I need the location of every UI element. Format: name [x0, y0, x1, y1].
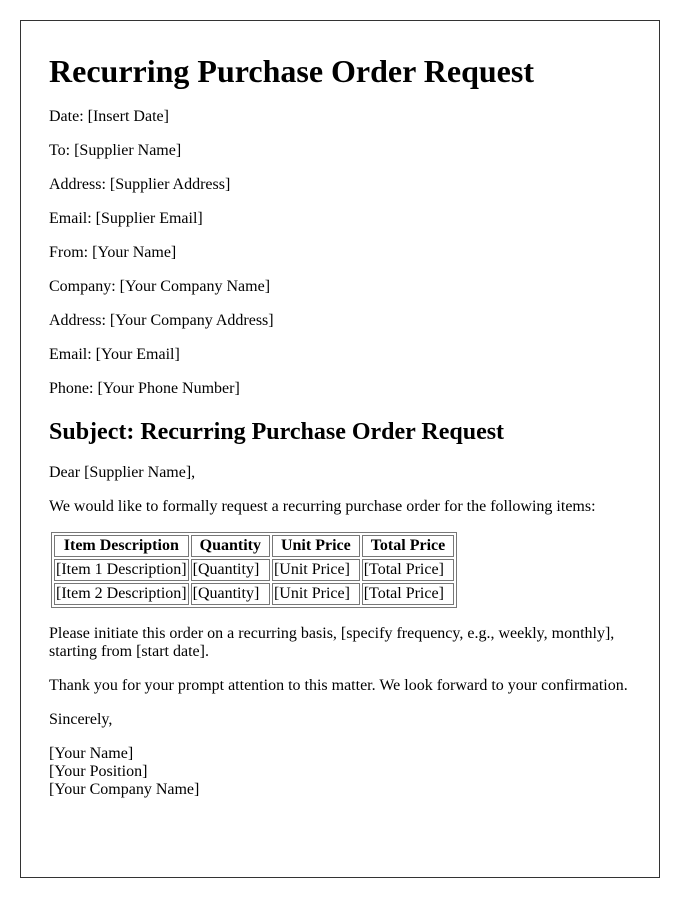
table-row: [Item 1 Description] [Quantity] [Unit Pr… [54, 559, 455, 581]
unit-price-cell: [Unit Price] [271, 583, 360, 605]
company-address-field: Address: [Your Company Address] [49, 312, 274, 329]
company-field: Company: [Your Company Name] [49, 278, 271, 295]
items-table: Item Description Quantity Unit Price Tot… [51, 532, 458, 608]
letter-page: Recurring Purchase Order Request Date: [… [20, 20, 660, 878]
frequency-paragraph: Please initiate this order on a recurrin… [49, 625, 615, 660]
email-field: Email: [Your Email] [49, 346, 180, 363]
unit-price-cell: [Unit Price] [271, 559, 360, 581]
to-field: To: [Supplier Name] [49, 142, 182, 159]
header-item-description: Item Description [54, 535, 189, 557]
supplier-address-field: Address: [Supplier Address] [49, 176, 231, 193]
table-row: [Item 2 Description] [Quantity] [Unit Pr… [54, 583, 455, 605]
header-quantity: Quantity [190, 535, 270, 557]
supplier-email-field: Email: [Supplier Email] [49, 210, 203, 227]
table-header-row: Item Description Quantity Unit Price Tot… [54, 535, 455, 557]
salutation: Dear [Supplier Name], [49, 464, 196, 481]
subject-heading: Subject: Recurring Purchase Order Reques… [49, 419, 505, 445]
date-field: Date: [Insert Date] [49, 108, 169, 125]
quantity-cell: [Quantity] [190, 559, 270, 581]
from-field: From: [Your Name] [49, 244, 177, 261]
thank-you-paragraph: Thank you for your prompt attention to t… [49, 677, 628, 694]
signature-company: [Your Company Name] [49, 781, 200, 798]
item-description-cell: [Item 1 Description] [54, 559, 189, 581]
intro-paragraph: We would like to formally request a recu… [49, 498, 596, 515]
total-price-cell: [Total Price] [361, 559, 455, 581]
closing: Sincerely, [49, 711, 113, 728]
total-price-cell: [Total Price] [361, 583, 455, 605]
document-title: Recurring Purchase Order Request [49, 53, 534, 89]
signature-position: [Your Position] [49, 763, 148, 780]
header-total-price: Total Price [361, 535, 455, 557]
phone-field: Phone: [Your Phone Number] [49, 380, 240, 397]
item-description-cell: [Item 2 Description] [54, 583, 189, 605]
quantity-cell: [Quantity] [190, 583, 270, 605]
header-unit-price: Unit Price [271, 535, 360, 557]
signature-name: [Your Name] [49, 745, 134, 762]
